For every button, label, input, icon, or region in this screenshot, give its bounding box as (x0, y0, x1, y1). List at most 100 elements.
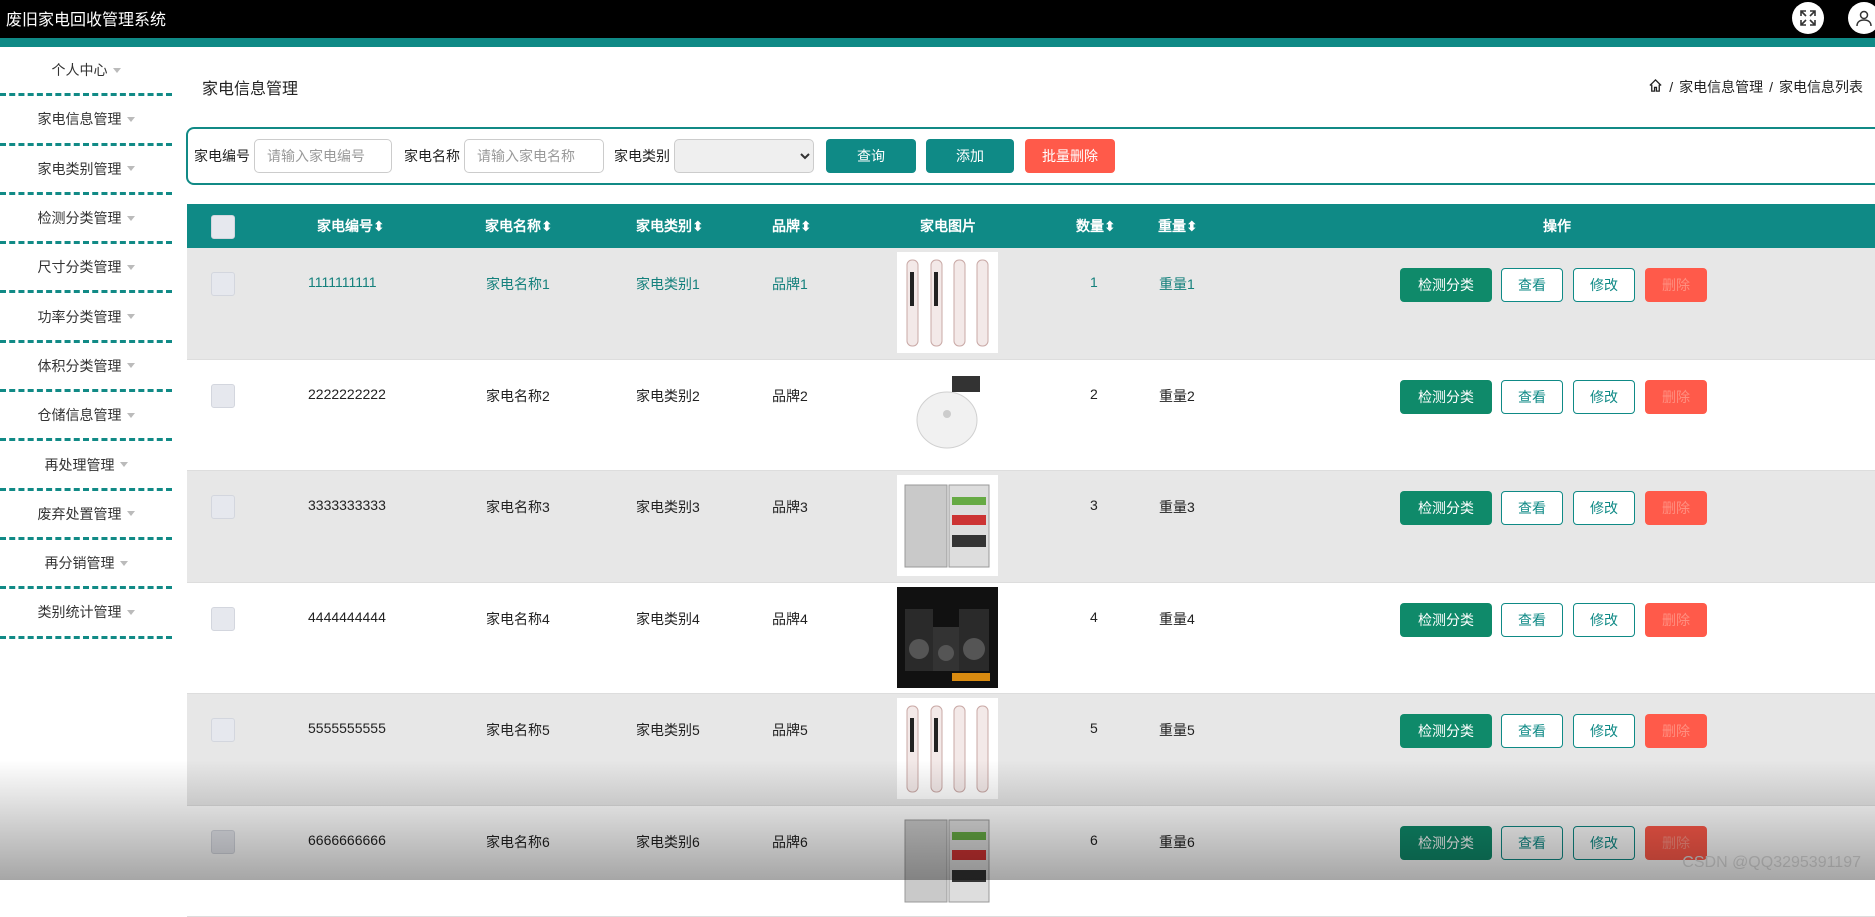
refrigerator-icon[interactable] (897, 475, 998, 576)
sidebar-item-detection-category[interactable]: 检测分类管理 (0, 195, 172, 244)
speakers-icon[interactable] (897, 587, 998, 688)
cell-code: 3333333333 (308, 497, 386, 513)
row-checkbox[interactable] (211, 384, 235, 408)
breadcrumb-item: 家电信息列表 (1779, 77, 1863, 97)
table-body: 1111111111 家电名称1 家电类别1 品牌1 1 重量1 检测分类 查看… (187, 248, 1875, 917)
detect-category-button[interactable]: 检测分类 (1400, 714, 1492, 748)
sidebar-item-storage-info[interactable]: 仓储信息管理 (0, 392, 172, 441)
view-button[interactable]: 查看 (1501, 491, 1563, 525)
header-actions: 操作 (1543, 216, 1571, 236)
code-label: 家电编号 (194, 146, 250, 166)
cell-category: 家电类别4 (636, 609, 700, 629)
detect-category-button[interactable]: 检测分类 (1400, 268, 1492, 302)
view-button[interactable]: 查看 (1501, 380, 1563, 414)
cell-code: 6666666666 (308, 832, 386, 848)
category-select[interactable] (674, 139, 814, 173)
page-title: 家电信息管理 (202, 75, 298, 99)
edit-button[interactable]: 修改 (1573, 268, 1635, 302)
row-checkbox[interactable] (211, 495, 235, 519)
caret-down-icon (120, 561, 128, 566)
main-content: 家电信息管理 / 家电信息管理 / 家电信息列表 家电编号 家电名称 家电类别 … (186, 47, 1875, 880)
robot-vacuum-icon[interactable] (897, 364, 998, 465)
caret-down-icon (127, 511, 135, 516)
header-brand[interactable]: 品牌⬍ (772, 216, 812, 236)
sidebar-item-power-category[interactable]: 功率分类管理 (0, 293, 172, 342)
cell-name: 家电名称1 (486, 274, 550, 294)
refrigerator-icon[interactable] (897, 810, 998, 911)
cell-brand: 品牌6 (772, 832, 808, 852)
name-input[interactable] (464, 139, 604, 173)
sidebar: 个人中心 家电信息管理 家电类别管理 检测分类管理 尺寸分类管理 功率分类管理 … (0, 47, 172, 880)
edit-button[interactable]: 修改 (1573, 826, 1635, 860)
header-name[interactable]: 家电名称⬍ (485, 216, 553, 236)
header-category[interactable]: 家电类别⬍ (636, 216, 704, 236)
cell-qty: 1 (1090, 274, 1098, 290)
home-icon[interactable] (1648, 78, 1663, 96)
breadcrumb-item[interactable]: 家电信息管理 (1679, 77, 1763, 97)
table-row: 2222222222 家电名称2 家电类别2 品牌2 2 重量2 检测分类 查看… (187, 360, 1875, 472)
header-code[interactable]: 家电编号⬍ (317, 216, 385, 236)
sidebar-item-appliance-category[interactable]: 家电类别管理 (0, 146, 172, 195)
select-all-checkbox[interactable] (211, 215, 235, 239)
cell-qty: 5 (1090, 720, 1098, 736)
batch-delete-button[interactable]: 批量删除 (1025, 139, 1115, 173)
sidebar-item-category-stats[interactable]: 类别统计管理 (0, 589, 172, 638)
delete-button[interactable]: 删除 (1645, 268, 1707, 302)
delete-button[interactable]: 删除 (1645, 380, 1707, 414)
query-button[interactable]: 查询 (826, 139, 916, 173)
sidebar-item-disposal[interactable]: 废弃处置管理 (0, 491, 172, 540)
row-checkbox[interactable] (211, 607, 235, 631)
user-avatar-icon[interactable] (1848, 2, 1875, 34)
tower-fan-icon[interactable] (897, 698, 998, 799)
detect-category-button[interactable]: 检测分类 (1400, 603, 1492, 637)
row-checkbox[interactable] (211, 830, 235, 854)
view-button[interactable]: 查看 (1501, 603, 1563, 637)
edit-button[interactable]: 修改 (1573, 603, 1635, 637)
cell-code: 5555555555 (308, 720, 386, 736)
edit-button[interactable]: 修改 (1573, 714, 1635, 748)
cell-weight: 重量3 (1159, 497, 1195, 517)
sidebar-item-volume-category[interactable]: 体积分类管理 (0, 343, 172, 392)
cell-qty: 4 (1090, 609, 1098, 625)
tower-fan-icon[interactable] (897, 252, 998, 353)
sidebar-item-redistribution[interactable]: 再分销管理 (0, 540, 172, 589)
cell-name: 家电名称5 (486, 720, 550, 740)
row-checkbox[interactable] (211, 272, 235, 296)
detect-category-button[interactable]: 检测分类 (1400, 491, 1492, 525)
add-button[interactable]: 添加 (926, 139, 1014, 173)
delete-button[interactable]: 删除 (1645, 714, 1707, 748)
category-label: 家电类别 (614, 146, 670, 166)
cell-category: 家电类别3 (636, 497, 700, 517)
header-qty[interactable]: 数量⬍ (1076, 216, 1116, 236)
cell-code: 1111111111 (308, 274, 377, 290)
sidebar-item-appliance-info[interactable]: 家电信息管理 (0, 96, 172, 145)
view-button[interactable]: 查看 (1501, 714, 1563, 748)
cell-weight: 重量1 (1159, 274, 1195, 294)
delete-button[interactable]: 删除 (1645, 491, 1707, 525)
edit-button[interactable]: 修改 (1573, 380, 1635, 414)
detect-category-button[interactable]: 检测分类 (1400, 380, 1492, 414)
sidebar-item-size-category[interactable]: 尺寸分类管理 (0, 244, 172, 293)
cell-category: 家电类别2 (636, 386, 700, 406)
cell-category: 家电类别1 (636, 274, 700, 294)
view-button[interactable]: 查看 (1501, 268, 1563, 302)
fullscreen-icon[interactable] (1792, 2, 1824, 34)
cell-weight: 重量6 (1159, 832, 1195, 852)
row-checkbox[interactable] (211, 718, 235, 742)
detect-category-button[interactable]: 检测分类 (1400, 826, 1492, 860)
sidebar-item-personal-center[interactable]: 个人中心 (0, 47, 172, 96)
sidebar-item-reprocessing[interactable]: 再处理管理 (0, 441, 172, 490)
code-input[interactable] (254, 139, 392, 173)
header-image: 家电图片 (920, 216, 976, 236)
header-accent-strip (0, 38, 1875, 47)
caret-down-icon (113, 68, 121, 73)
view-button[interactable]: 查看 (1501, 826, 1563, 860)
caret-down-icon (120, 462, 128, 467)
edit-button[interactable]: 修改 (1573, 491, 1635, 525)
caret-down-icon (127, 413, 135, 418)
delete-button[interactable]: 删除 (1645, 603, 1707, 637)
table-header: 家电编号⬍ 家电名称⬍ 家电类别⬍ 品牌⬍ 家电图片 数量⬍ 重量⬍ 操作 (187, 204, 1875, 248)
app-title: 废旧家电回收管理系统 (6, 6, 166, 30)
header-weight[interactable]: 重量⬍ (1158, 216, 1198, 236)
appliance-table: 家电编号⬍ 家电名称⬍ 家电类别⬍ 品牌⬍ 家电图片 数量⬍ 重量⬍ 操作 11… (187, 204, 1875, 917)
